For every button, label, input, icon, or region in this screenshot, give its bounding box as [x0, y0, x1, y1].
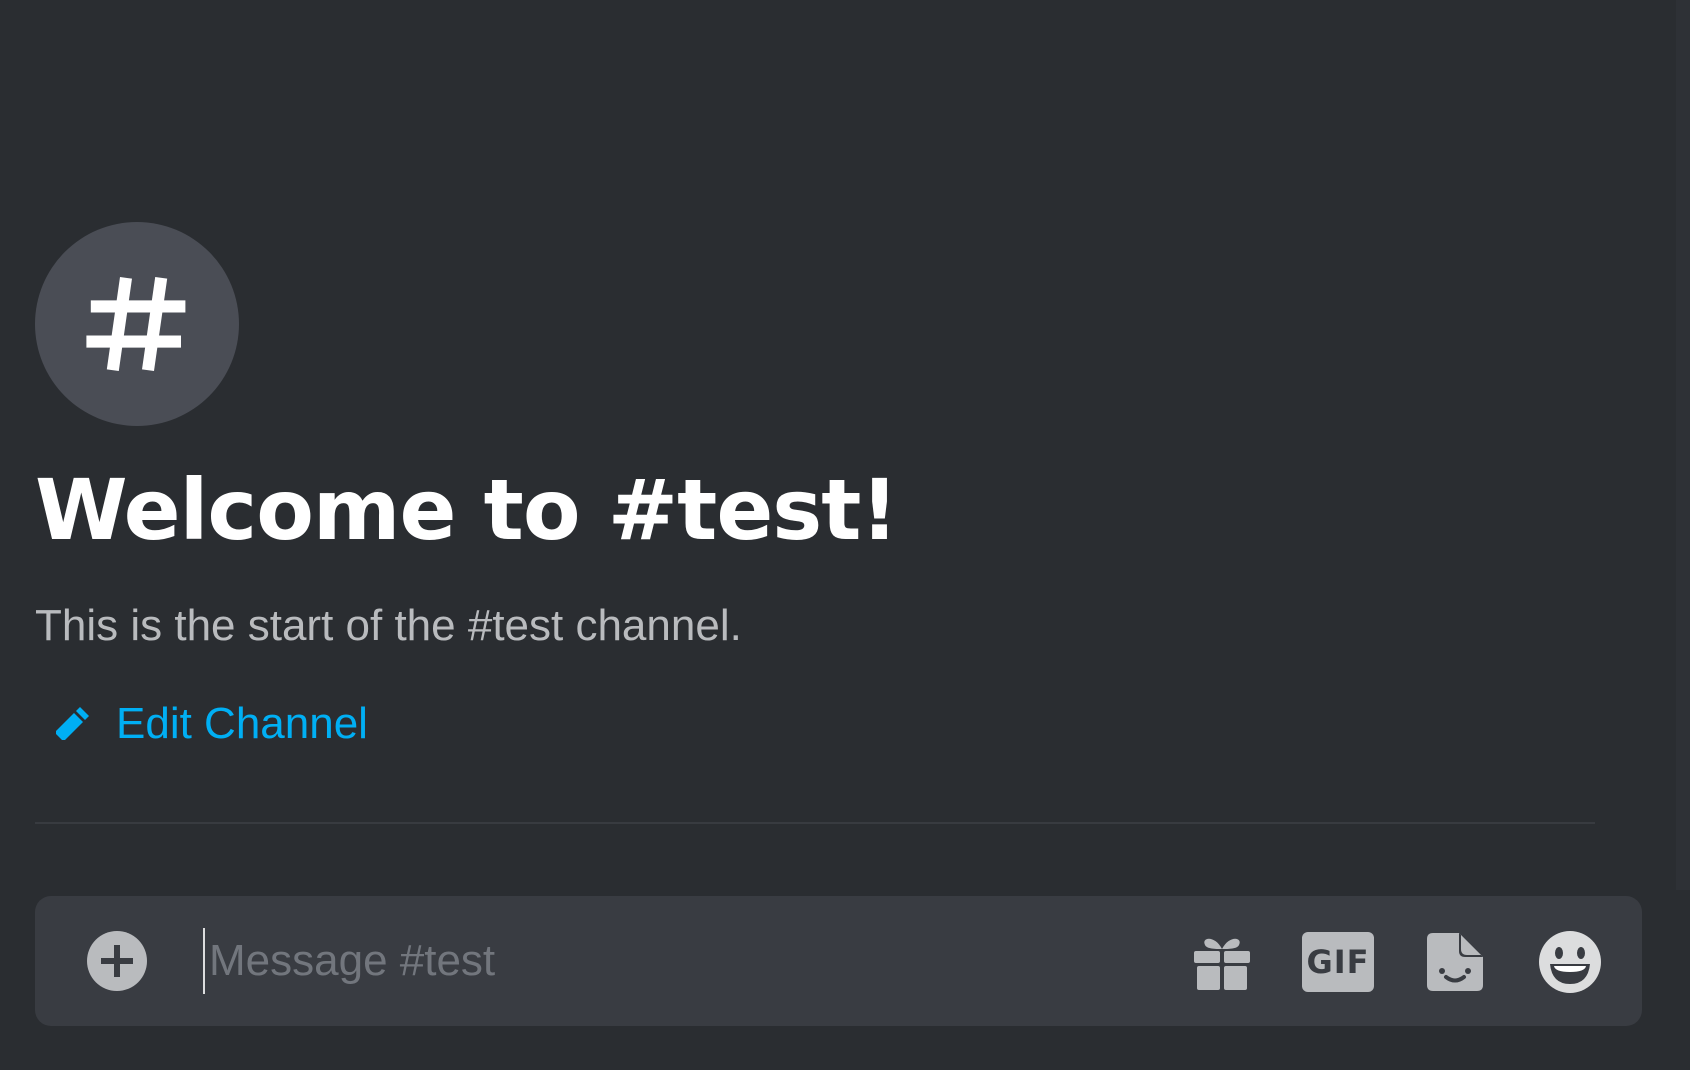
- sticker-icon: [1427, 933, 1483, 991]
- emoji-icon: [1539, 931, 1601, 993]
- upload-button[interactable]: [85, 929, 149, 993]
- gif-icon: GIF: [1302, 932, 1374, 992]
- edit-channel-button[interactable]: Edit Channel: [52, 694, 368, 754]
- gif-button[interactable]: GIF: [1302, 926, 1374, 998]
- gift-button[interactable]: [1186, 926, 1258, 998]
- chat-main-pane: Welcome to #test! This is the start of t…: [0, 0, 1690, 1070]
- hashtag-icon: [86, 276, 186, 372]
- message-composer: GIF: [35, 896, 1642, 1026]
- edit-channel-label: Edit Channel: [116, 699, 368, 748]
- message-input[interactable]: [203, 928, 1159, 994]
- gift-icon: [1194, 938, 1250, 990]
- sticker-button[interactable]: [1418, 926, 1490, 998]
- scrollbar[interactable]: [1676, 0, 1690, 890]
- emoji-button[interactable]: [1534, 926, 1606, 998]
- pencil-icon: [56, 707, 89, 740]
- channel-avatar: [35, 222, 239, 426]
- welcome-title: Welcome to #test!: [35, 461, 899, 559]
- welcome-subtitle: This is the start of the #test channel.: [35, 601, 742, 650]
- composer-tools: GIF: [1186, 926, 1606, 998]
- divider: [35, 822, 1595, 824]
- plus-circle-icon: [87, 931, 147, 991]
- channel-intro: [35, 222, 239, 426]
